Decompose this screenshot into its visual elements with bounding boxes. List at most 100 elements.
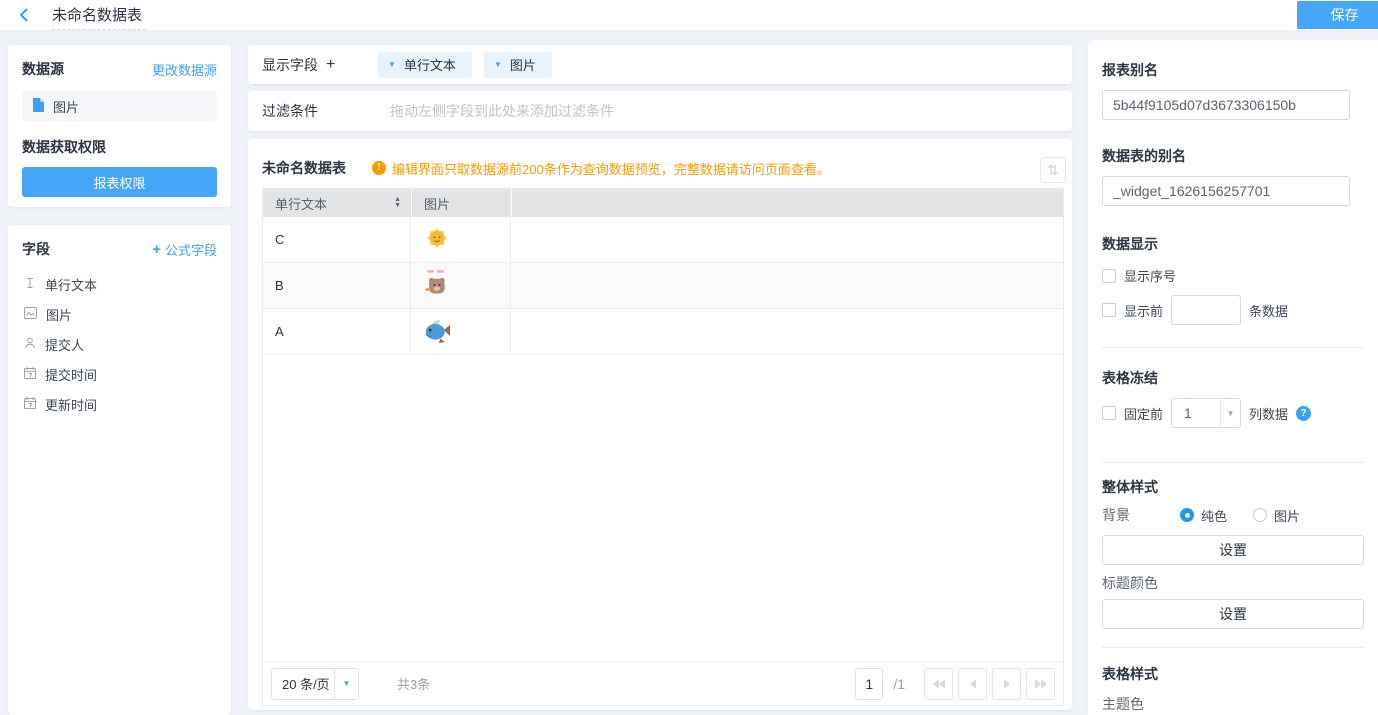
add-formula-field-link[interactable]: + 公式字段 (152, 240, 217, 259)
field-item-label: 提交人 (45, 335, 84, 354)
column-header-empty (511, 189, 1063, 217)
save-button[interactable]: 保存 (1297, 1, 1378, 29)
field-item-submitter[interactable]: 提交人 (22, 329, 217, 359)
cell-image (411, 217, 511, 262)
total-count: 共3条 (397, 674, 430, 693)
permission-title: 数据获取权限 (22, 137, 217, 157)
table-alias-input[interactable] (1102, 176, 1350, 206)
plus-icon: + (152, 241, 161, 258)
back-icon[interactable] (16, 7, 32, 23)
filter-drop-area[interactable]: 拖动左侧字段到此处来添加过滤条件 (390, 101, 614, 121)
field-item-label: 图片 (46, 305, 72, 324)
data-display-title: 数据显示 (1102, 234, 1364, 254)
bear-image (423, 269, 449, 302)
datasource-item[interactable]: 图片 (22, 91, 217, 121)
cell-image (411, 309, 511, 354)
field-item-update-time[interactable]: 更新时间 (22, 389, 217, 419)
current-page-input[interactable]: 1 (855, 668, 883, 700)
fields-title: 字段 (22, 239, 50, 259)
chevron-down-icon: ▼ (388, 60, 396, 69)
freeze-cols-select[interactable]: 1 ▼ (1171, 398, 1241, 428)
field-tag-text[interactable]: ▼ 单行文本 (378, 52, 472, 78)
calendar-icon (24, 367, 36, 382)
background-set-button[interactable]: 设置 (1102, 535, 1364, 565)
field-item-label: 提交时间 (45, 365, 97, 384)
field-item-label: 更新时间 (45, 395, 97, 414)
page-title[interactable]: 未命名数据表 (52, 4, 146, 30)
field-item-label: 单行文本 (45, 275, 97, 294)
freeze-title: 表格冻结 (1102, 368, 1364, 388)
show-first-checkbox[interactable] (1102, 303, 1116, 317)
table-title: 未命名数据表 (262, 158, 346, 178)
row-order-button[interactable]: ⇅ (1040, 157, 1066, 183)
table-empty-area (263, 355, 1063, 661)
datasource-title: 数据源 (22, 59, 64, 79)
tag-label: 单行文本 (404, 55, 456, 74)
cell-empty (511, 263, 1063, 308)
image-bg-radio[interactable] (1253, 508, 1267, 522)
topbar: 未命名数据表 保存 (0, 0, 1378, 30)
row-limit-input[interactable] (1171, 295, 1241, 325)
first-page-button[interactable] (924, 668, 953, 700)
chevron-down-icon: ▼ (1220, 399, 1240, 427)
overall-style-title: 整体样式 (1102, 477, 1364, 497)
column-label: 单行文本 (275, 194, 327, 213)
solid-color-radio[interactable] (1180, 508, 1194, 522)
field-tag-image[interactable]: ▼ 图片 (484, 52, 552, 78)
fish-image (423, 317, 451, 346)
tag-label: 图片 (510, 55, 536, 74)
display-fields-card: 显示字段 + ▼ 单行文本 ▼ 图片 (248, 45, 1072, 84)
table-style-title: 表格样式 (1102, 664, 1364, 684)
column-header-text[interactable]: 单行文本 ▲▼ (263, 189, 411, 217)
preview-warning: ! 编辑界面只取数据源前200条作为查询数据预览，完整数据请访问页面查看。 (372, 159, 830, 178)
background-label: 背景 (1102, 505, 1180, 525)
filter-label: 过滤条件 (262, 101, 318, 121)
text-icon (24, 277, 36, 292)
data-table: 单行文本 ▲▼ 图片 C (262, 188, 1064, 706)
field-item-submit-time[interactable]: 提交时间 (22, 359, 217, 389)
warning-icon: ! (372, 161, 386, 175)
freeze-checkbox[interactable] (1102, 406, 1116, 420)
last-page-button[interactable] (1026, 668, 1055, 700)
pagination-bar: 20 条/页 ▼ 共3条 1 /1 (263, 661, 1063, 705)
display-fields-text: 显示字段 (262, 55, 318, 75)
page-size-value: 20 条/页 (272, 674, 334, 693)
display-fields-label: 显示字段 + (262, 55, 378, 75)
column-label: 图片 (424, 194, 450, 213)
cols-suffix-label: 列数据 (1249, 404, 1288, 423)
change-datasource-link[interactable]: 更改数据源 (152, 60, 217, 79)
prev-page-button[interactable] (958, 668, 987, 700)
datasource-card: 数据源 更改数据源 图片 数据获取权限 报表权限 (8, 45, 231, 207)
report-alias-input[interactable] (1102, 90, 1350, 120)
next-page-button[interactable] (992, 668, 1021, 700)
cell-empty (511, 309, 1063, 354)
report-permission-button[interactable]: 报表权限 (22, 167, 217, 197)
show-first-label: 显示前 (1124, 301, 1163, 320)
sort-updown-icon: ⇅ (1047, 162, 1059, 178)
freeze-cols-value: 1 (1172, 405, 1220, 421)
chevron-down-icon: ▼ (494, 60, 502, 69)
calendar-icon (24, 397, 36, 412)
image-bg-label: 图片 (1274, 506, 1300, 525)
help-icon[interactable]: ? (1296, 406, 1311, 421)
document-icon (32, 98, 45, 115)
page-of-total: /1 (893, 676, 905, 692)
show-index-checkbox[interactable] (1102, 269, 1116, 283)
table-row: A (263, 309, 1063, 355)
settings-panel: 报表别名 数据表的别名 数据显示 显示序号 显示前 条数据 表格冻结 固定前 1… (1088, 40, 1378, 715)
divider (1102, 647, 1364, 648)
table-header-row: 单行文本 ▲▼ 图片 (263, 189, 1063, 217)
sort-carets-icon[interactable]: ▲▼ (394, 197, 401, 209)
cell-empty (511, 217, 1063, 262)
field-list: 单行文本 图片 提交人 提交时间 更新时间 (22, 269, 217, 419)
datasource-item-label: 图片 (53, 97, 79, 116)
title-color-set-button[interactable]: 设置 (1102, 599, 1364, 629)
add-field-icon[interactable]: + (326, 56, 335, 74)
divider (1102, 462, 1364, 463)
table-alias-label: 数据表的别名 (1102, 146, 1364, 166)
report-alias-label: 报表别名 (1102, 60, 1364, 80)
page-size-select[interactable]: 20 条/页 ▼ (271, 668, 359, 700)
field-item-text[interactable]: 单行文本 (22, 269, 217, 299)
field-item-image[interactable]: 图片 (22, 299, 217, 329)
rows-suffix-label: 条数据 (1249, 301, 1288, 320)
